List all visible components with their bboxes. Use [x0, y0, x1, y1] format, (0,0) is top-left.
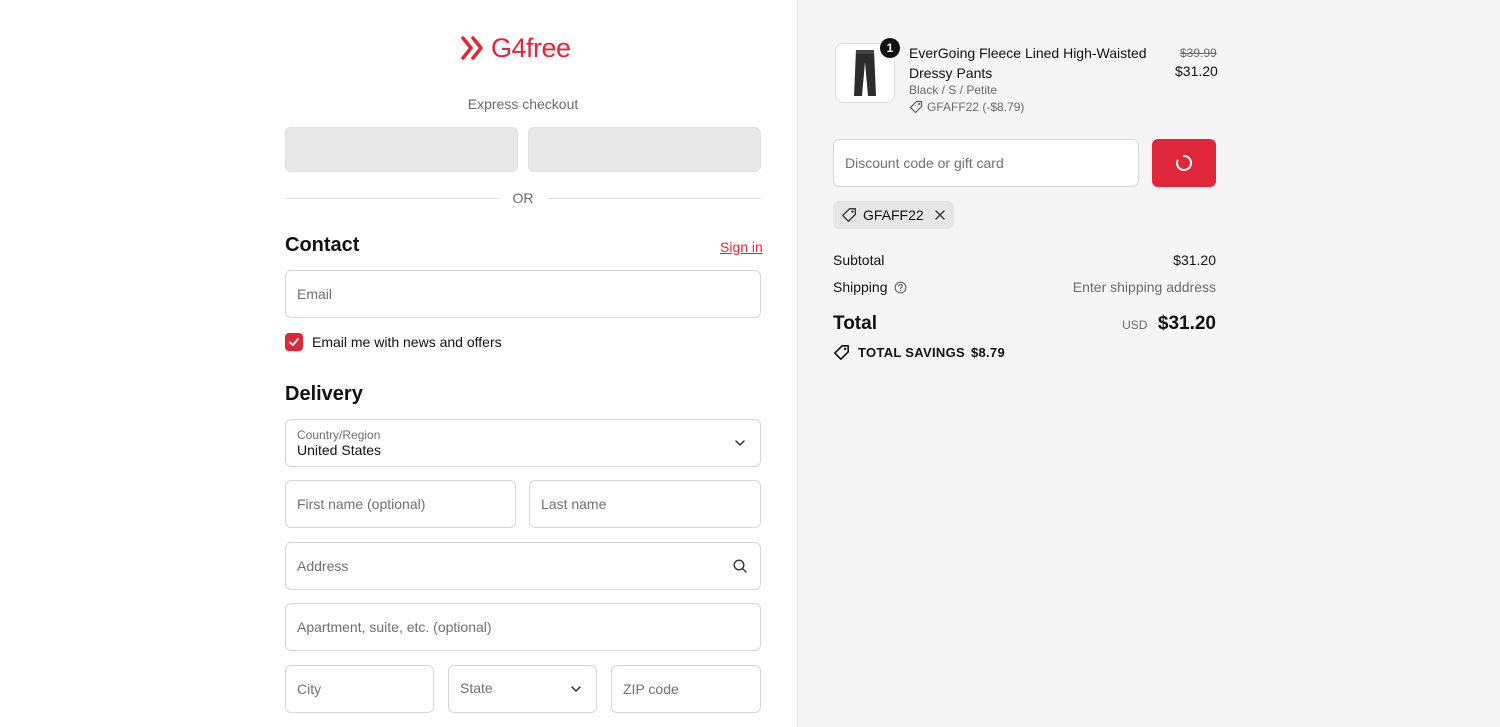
divider-line [285, 197, 500, 199]
product-name: EverGoing Fleece Lined High-Waisted Dres… [909, 45, 1147, 81]
newsletter-label: Email me with news and offers [312, 334, 502, 350]
savings-label: TOTAL SAVINGS [858, 345, 965, 360]
applied-discount-tag: GFAFF22 [833, 201, 954, 229]
country-value: United States [297, 442, 382, 458]
shipping-row: Shipping Enter shipping address [833, 279, 1216, 295]
zip-field[interactable]: ZIP code [611, 665, 761, 713]
delivery-heading: Delivery [285, 383, 363, 405]
shipping-value: Enter shipping address [1072, 279, 1216, 295]
total-row: Total USD $31.20 [833, 313, 1216, 335]
total-label: Total [833, 313, 877, 334]
newsletter-checkbox[interactable] [285, 333, 303, 351]
country-select[interactable]: Country/Region United States [285, 419, 761, 467]
logo-chevrons-icon [461, 36, 483, 60]
first-name-placeholder: First name (optional) [297, 496, 426, 512]
loading-spinner-icon [1176, 154, 1193, 171]
original-price: $39.99 [1180, 46, 1217, 60]
discount-placeholder: Discount code or gift card [845, 155, 1004, 171]
email-field[interactable]: Email [285, 270, 761, 318]
subtotal-row: Subtotal $31.20 [833, 252, 1216, 268]
chevron-down-icon [571, 686, 581, 692]
city-field[interactable]: City [285, 665, 434, 713]
subtotal-label: Subtotal [833, 252, 885, 268]
product-variant: Black / S / Petite [909, 83, 998, 97]
city-placeholder: City [297, 681, 322, 697]
apartment-field[interactable]: Apartment, suite, etc. (optional) [285, 603, 761, 651]
first-name-field[interactable]: First name (optional) [285, 480, 516, 528]
last-name-field[interactable]: Last name [529, 480, 761, 528]
or-divider: OR [285, 190, 761, 206]
brand-logo[interactable]: G4free [461, 33, 571, 63]
email-placeholder: Email [297, 286, 333, 302]
express-checkout-label: Express checkout [467, 96, 579, 112]
discount-code-input[interactable]: Discount code or gift card [833, 139, 1139, 187]
product-discount: GFAFF22 (-$8.79) [909, 100, 1024, 114]
last-name-placeholder: Last name [541, 496, 607, 512]
total-savings: TOTAL SAVINGS $8.79 [833, 344, 1005, 361]
apply-discount-button[interactable] [1152, 139, 1216, 187]
express-pay-button-2[interactable] [528, 127, 761, 172]
product-discount-text: GFAFF22 (-$8.79) [927, 100, 1025, 114]
total-value: $31.20 [1157, 313, 1216, 334]
checkmark-icon [289, 338, 299, 346]
address-field[interactable]: Address [285, 542, 761, 590]
help-circle-icon[interactable] [894, 281, 907, 294]
order-summary-panel [797, 0, 1500, 727]
item-price: $31.20 [1175, 63, 1218, 79]
tag-icon [842, 208, 856, 222]
close-icon[interactable] [934, 209, 946, 221]
newsletter-checkbox-row[interactable]: Email me with news and offers [285, 333, 502, 351]
logo-wordmark: G4free [491, 32, 571, 63]
chevron-down-icon [735, 440, 745, 446]
or-text: OR [512, 190, 534, 206]
quantity-badge: 1 [880, 38, 900, 58]
express-pay-button-1[interactable] [285, 127, 518, 172]
state-select[interactable]: State [448, 665, 597, 713]
search-icon[interactable] [732, 558, 748, 574]
divider-line [546, 197, 761, 199]
shipping-label: Shipping [833, 279, 888, 295]
zip-placeholder: ZIP code [623, 681, 679, 697]
country-label: Country/Region [297, 428, 381, 442]
address-placeholder: Address [297, 558, 349, 574]
applied-code: GFAFF22 [863, 207, 924, 223]
tag-icon [909, 100, 923, 114]
contact-heading: Contact [285, 234, 360, 256]
tag-icon [834, 345, 849, 360]
savings-value: $8.79 [970, 345, 1005, 360]
currency-code: USD [1122, 318, 1148, 332]
state-placeholder: State [460, 680, 493, 696]
apartment-placeholder: Apartment, suite, etc. (optional) [297, 619, 492, 635]
subtotal-value: $31.20 [1173, 252, 1216, 268]
